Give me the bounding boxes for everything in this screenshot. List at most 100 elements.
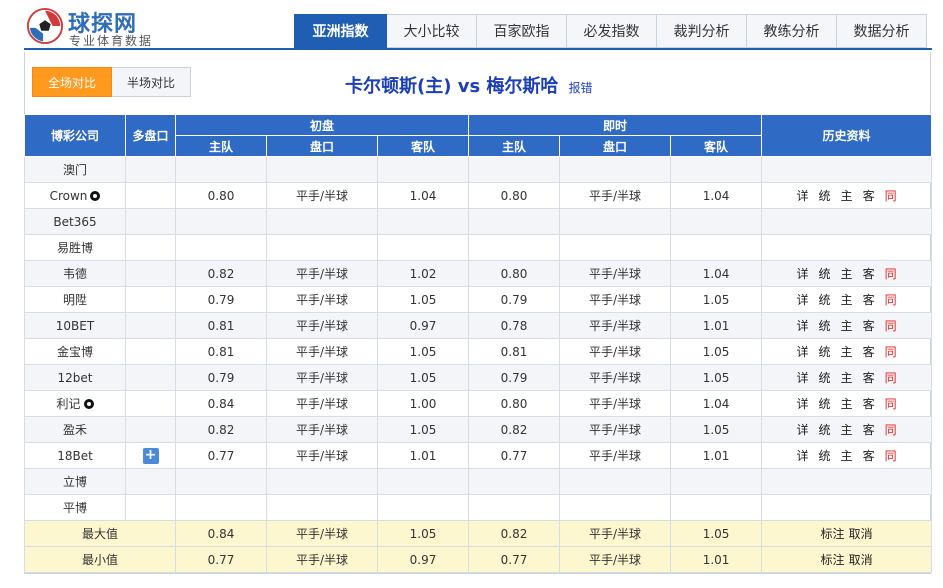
company-name[interactable]: 金宝博: [57, 345, 93, 359]
company-cell[interactable]: 金宝博: [24, 338, 126, 365]
report-error-link[interactable]: 报错: [569, 81, 593, 95]
company-cell[interactable]: 18Bet: [24, 442, 126, 469]
history-home-link[interactable]: 主: [841, 189, 853, 203]
history-same-link[interactable]: 同: [885, 189, 897, 203]
company-cell[interactable]: 平博: [24, 494, 126, 521]
history-detail-link[interactable]: 详: [797, 267, 809, 281]
tab-referee[interactable]: 裁判分析: [657, 14, 747, 48]
history-detail-link[interactable]: 详: [797, 345, 809, 359]
initial-away-odds: 1.01: [376, 442, 470, 469]
tab-asian-odds[interactable]: 亚洲指数: [294, 14, 387, 48]
live-line: 平手/半球: [559, 390, 672, 417]
mark-link[interactable]: 标注: [821, 553, 845, 567]
company-name[interactable]: 10BET: [56, 319, 94, 333]
company-cell[interactable]: 利记: [24, 390, 126, 417]
live-line: [559, 468, 672, 495]
history-home-link[interactable]: 主: [841, 449, 853, 463]
history-away-link[interactable]: 客: [863, 267, 875, 281]
history-away-link[interactable]: 客: [863, 449, 875, 463]
tab-betfair[interactable]: 必发指数: [567, 14, 657, 48]
history-away-link[interactable]: 客: [863, 345, 875, 359]
brand-tagline: 专业体育数据: [69, 34, 154, 48]
history-same-link[interactable]: 同: [885, 397, 897, 411]
history-stats-link[interactable]: 统: [819, 189, 831, 203]
history-stats-link[interactable]: 统: [819, 449, 831, 463]
tab-data-analysis[interactable]: 数据分析: [837, 14, 927, 48]
company-cell[interactable]: 10BET: [24, 312, 126, 339]
period-toggle: 全场对比 半场对比: [32, 67, 192, 97]
tab-over-under[interactable]: 大小比较: [387, 14, 477, 48]
history-detail-link[interactable]: 详: [797, 189, 809, 203]
history-same-link[interactable]: 同: [885, 449, 897, 463]
cancel-link[interactable]: 取消: [849, 527, 873, 541]
history-home-link[interactable]: 主: [841, 423, 853, 437]
company-name[interactable]: 立博: [63, 475, 87, 489]
history-away-link[interactable]: 客: [863, 371, 875, 385]
company-name[interactable]: 平博: [63, 501, 87, 515]
history-away-link[interactable]: 客: [863, 397, 875, 411]
live-line: [559, 234, 672, 261]
company-cell[interactable]: 易胜博: [24, 234, 126, 261]
history-detail-link[interactable]: 详: [797, 397, 809, 411]
initial-home-odds: 0.80: [175, 182, 267, 209]
history-away-link[interactable]: 客: [863, 423, 875, 437]
company-cell[interactable]: 立博: [24, 468, 126, 495]
live-away-odds: 1.04: [670, 260, 763, 287]
history-home-link[interactable]: 主: [841, 267, 853, 281]
company-name[interactable]: 12bet: [58, 371, 93, 385]
table-row: 12bet 0.79 平手/半球 1.05 0.79 平手/半球 1.05 详统主客同: [24, 364, 933, 391]
full-match-button[interactable]: 全场对比: [32, 67, 113, 97]
company-name[interactable]: 盈禾: [63, 423, 87, 437]
company-cell[interactable]: 韦德: [24, 260, 126, 287]
history-home-link[interactable]: 主: [841, 345, 853, 359]
history-home-link[interactable]: 主: [841, 319, 853, 333]
expand-plus-icon[interactable]: +: [142, 447, 159, 464]
tab-coach[interactable]: 教练分析: [747, 14, 837, 48]
company-cell[interactable]: Crown: [24, 182, 126, 209]
tab-euro-odds[interactable]: 百家欧指: [477, 14, 567, 48]
company-name[interactable]: 明陞: [63, 293, 87, 307]
company-cell[interactable]: 明陞: [24, 286, 126, 313]
history-same-link[interactable]: 同: [885, 423, 897, 437]
history-detail-link[interactable]: 详: [797, 449, 809, 463]
history-detail-link[interactable]: 详: [797, 423, 809, 437]
history-same-link[interactable]: 同: [885, 345, 897, 359]
live-home-odds: [468, 234, 561, 261]
company-name[interactable]: 利记: [56, 397, 80, 411]
company-name[interactable]: 18Bet: [57, 449, 93, 463]
history-away-link[interactable]: 客: [863, 189, 875, 203]
company-name[interactable]: Crown: [50, 189, 88, 203]
company-cell[interactable]: 澳门: [24, 156, 126, 183]
history-stats-link[interactable]: 统: [819, 397, 831, 411]
company-name[interactable]: 澳门: [63, 163, 87, 177]
history-stats-link[interactable]: 统: [819, 293, 831, 307]
company-cell[interactable]: 盈禾: [24, 416, 126, 443]
site-logo[interactable]: 球探网 专业体育数据: [26, 6, 186, 50]
history-stats-link[interactable]: 统: [819, 371, 831, 385]
history-same-link[interactable]: 同: [885, 371, 897, 385]
history-detail-link[interactable]: 详: [797, 371, 809, 385]
history-stats-link[interactable]: 统: [819, 319, 831, 333]
history-stats-link[interactable]: 统: [819, 267, 831, 281]
history-detail-link[interactable]: 详: [797, 319, 809, 333]
history-same-link[interactable]: 同: [885, 293, 897, 307]
company-name[interactable]: 易胜博: [57, 241, 93, 255]
history-home-link[interactable]: 主: [841, 293, 853, 307]
history-away-link[interactable]: 客: [863, 319, 875, 333]
history-same-link[interactable]: 同: [885, 267, 897, 281]
company-name[interactable]: 韦德: [63, 267, 87, 281]
history-stats-link[interactable]: 统: [819, 423, 831, 437]
history-same-link[interactable]: 同: [885, 319, 897, 333]
company-cell[interactable]: Bet365: [24, 208, 126, 235]
cancel-link[interactable]: 取消: [849, 553, 873, 567]
history-stats-link[interactable]: 统: [819, 345, 831, 359]
half-match-button[interactable]: 半场对比: [112, 67, 192, 97]
history-detail-link[interactable]: 详: [797, 293, 809, 307]
history-away-link[interactable]: 客: [863, 293, 875, 307]
mark-link[interactable]: 标注: [821, 527, 845, 541]
history-home-link[interactable]: 主: [841, 371, 853, 385]
company-name[interactable]: Bet365: [53, 215, 96, 229]
company-cell[interactable]: 12bet: [24, 364, 126, 391]
initial-home-odds: [175, 494, 267, 521]
history-home-link[interactable]: 主: [841, 397, 853, 411]
